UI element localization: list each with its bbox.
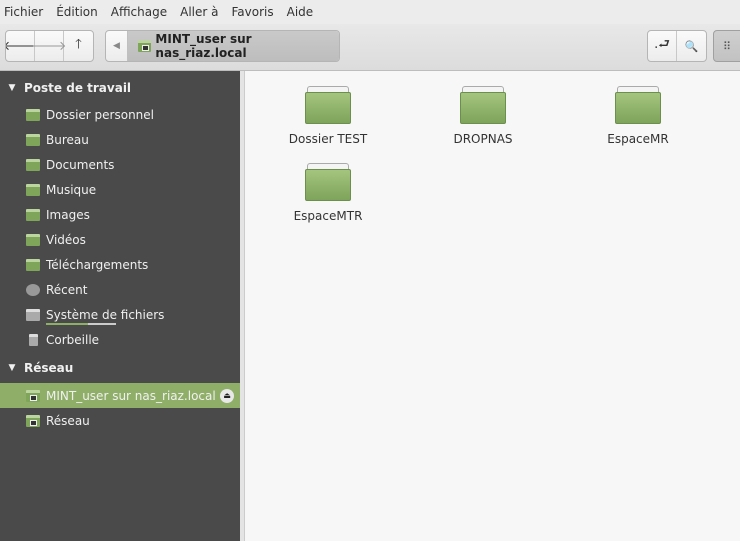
chevron-left-icon: ◀ [113,41,120,51]
sidebar-resize-handle[interactable] [240,71,245,541]
sidebar-item-recent[interactable]: Récent [0,277,240,302]
menu-fichier[interactable]: Fichier [4,5,43,19]
expander-icon: ▼ [8,362,16,373]
sidebar-item-label: Images [46,207,90,222]
location-entry-icon: .⮐ [654,37,670,52]
toggle-location-button[interactable]: .⮐ [648,31,677,61]
sidebar-item-network[interactable]: Réseau [0,408,240,433]
sidebar-item-label: Bureau [46,132,89,147]
menu-aller[interactable]: Aller à [180,5,218,19]
up-button[interactable]: 🡑 [64,31,93,61]
forward-button[interactable]: 🡒 [31,31,67,61]
sidebar-item-documents[interactable]: Documents [0,152,240,177]
folder-icon [615,86,661,124]
folder-item[interactable]: DROPNAS [423,86,543,146]
sidebar-item-label: Récent [46,282,88,297]
grid-icon: ⠿ [723,39,732,53]
sidebar-item-label: Réseau [46,413,90,428]
path-crumb-label: MINT_user sur nas_riaz.local [155,32,252,60]
folder-item[interactable]: EspaceMR [578,86,698,146]
menubar: Fichier Édition Affichage Aller à Favori… [0,0,740,24]
path-scroll-left-button[interactable]: ◀ [106,31,128,61]
sidebar-item-label: Téléchargements [46,257,149,272]
music-folder-icon [26,183,40,196]
toolbar: 🡐 🡒 🡑 ◀ MINT_user sur nas_riaz.local .⮐ … [0,24,740,71]
sidebar-item-nas-share[interactable]: MINT_user sur nas_riaz.local ⏏ [0,383,240,408]
folder-icon [305,163,351,201]
disk-usage-bar [46,323,116,325]
expander-icon: ▼ [8,82,16,93]
sidebar-item-label: MINT_user sur nas_riaz.local [46,388,216,403]
section-poste-de-travail[interactable]: ▼ Poste de travail [0,75,240,100]
folder-icon [305,86,351,124]
home-folder-icon [26,108,40,121]
recent-icon [26,283,40,296]
sidebar-item-label: Système de fichiers [46,307,165,322]
sidebar-item-label: Corbeille [46,332,100,347]
sidebar-item-home[interactable]: Dossier personnel [0,102,240,127]
sidebar-item-downloads[interactable]: Téléchargements [0,252,240,277]
sidebar-item-label: Dossier personnel [46,107,155,122]
downloads-folder-icon [26,258,40,271]
pictures-folder-icon [26,208,40,221]
videos-folder-icon [26,233,40,246]
sidebar-item-label: Musique [46,182,97,197]
menu-aide[interactable]: Aide [287,5,314,19]
documents-folder-icon [26,158,40,171]
search-button[interactable]: 🔍 [677,31,706,61]
network-folder-icon [26,389,40,402]
tool-buttons: .⮐ 🔍 [647,30,707,62]
folder-icon [460,86,506,124]
folder-label: EspaceMR [607,132,669,146]
network-folder-icon [138,40,152,52]
folder-item[interactable]: Dossier TEST [268,86,388,146]
sidebar-item-filesystem[interactable]: Système de fichiers [0,302,240,327]
folder-item[interactable]: EspaceMTR [268,163,388,223]
icon-view-button[interactable]: ⠿ [713,30,740,62]
harddisk-icon [26,308,40,321]
sidebar-item-images[interactable]: Images [0,202,240,227]
path-crumb-current[interactable]: MINT_user sur nas_riaz.local [128,31,339,61]
network-folder-icon [26,414,40,427]
path-bar: ◀ MINT_user sur nas_riaz.local [105,30,340,62]
menu-affichage[interactable]: Affichage [111,5,167,19]
folder-label: EspaceMTR [293,209,363,223]
section-title: Réseau [24,360,74,375]
sidebar-item-music[interactable]: Musique [0,177,240,202]
sidebar-item-label: Vidéos [46,232,86,247]
menu-favoris[interactable]: Favoris [232,5,274,19]
folder-label: DROPNAS [453,132,513,146]
section-reseau[interactable]: ▼ Réseau [0,355,240,380]
sidebar-item-desktop[interactable]: Bureau [0,127,240,152]
sidebar-item-label: Documents [46,157,115,172]
trash-icon [29,333,38,346]
sidebar-item-videos[interactable]: Vidéos [0,227,240,252]
nav-buttons: 🡐 🡒 🡑 [5,30,94,62]
menu-edition[interactable]: Édition [56,5,98,19]
search-icon: 🔍 [684,39,699,53]
section-title: Poste de travail [24,80,132,95]
sidebar-item-trash[interactable]: Corbeille [0,327,240,352]
eject-icon[interactable]: ⏏ [220,388,234,403]
desktop-folder-icon [26,133,40,146]
folder-label: Dossier TEST [288,132,368,146]
arrow-right-icon: 🡒 [31,39,67,54]
arrow-up-icon: 🡑 [75,37,82,52]
sidebar: ▼ Poste de travail Dossier personnel Bure… [0,71,240,541]
